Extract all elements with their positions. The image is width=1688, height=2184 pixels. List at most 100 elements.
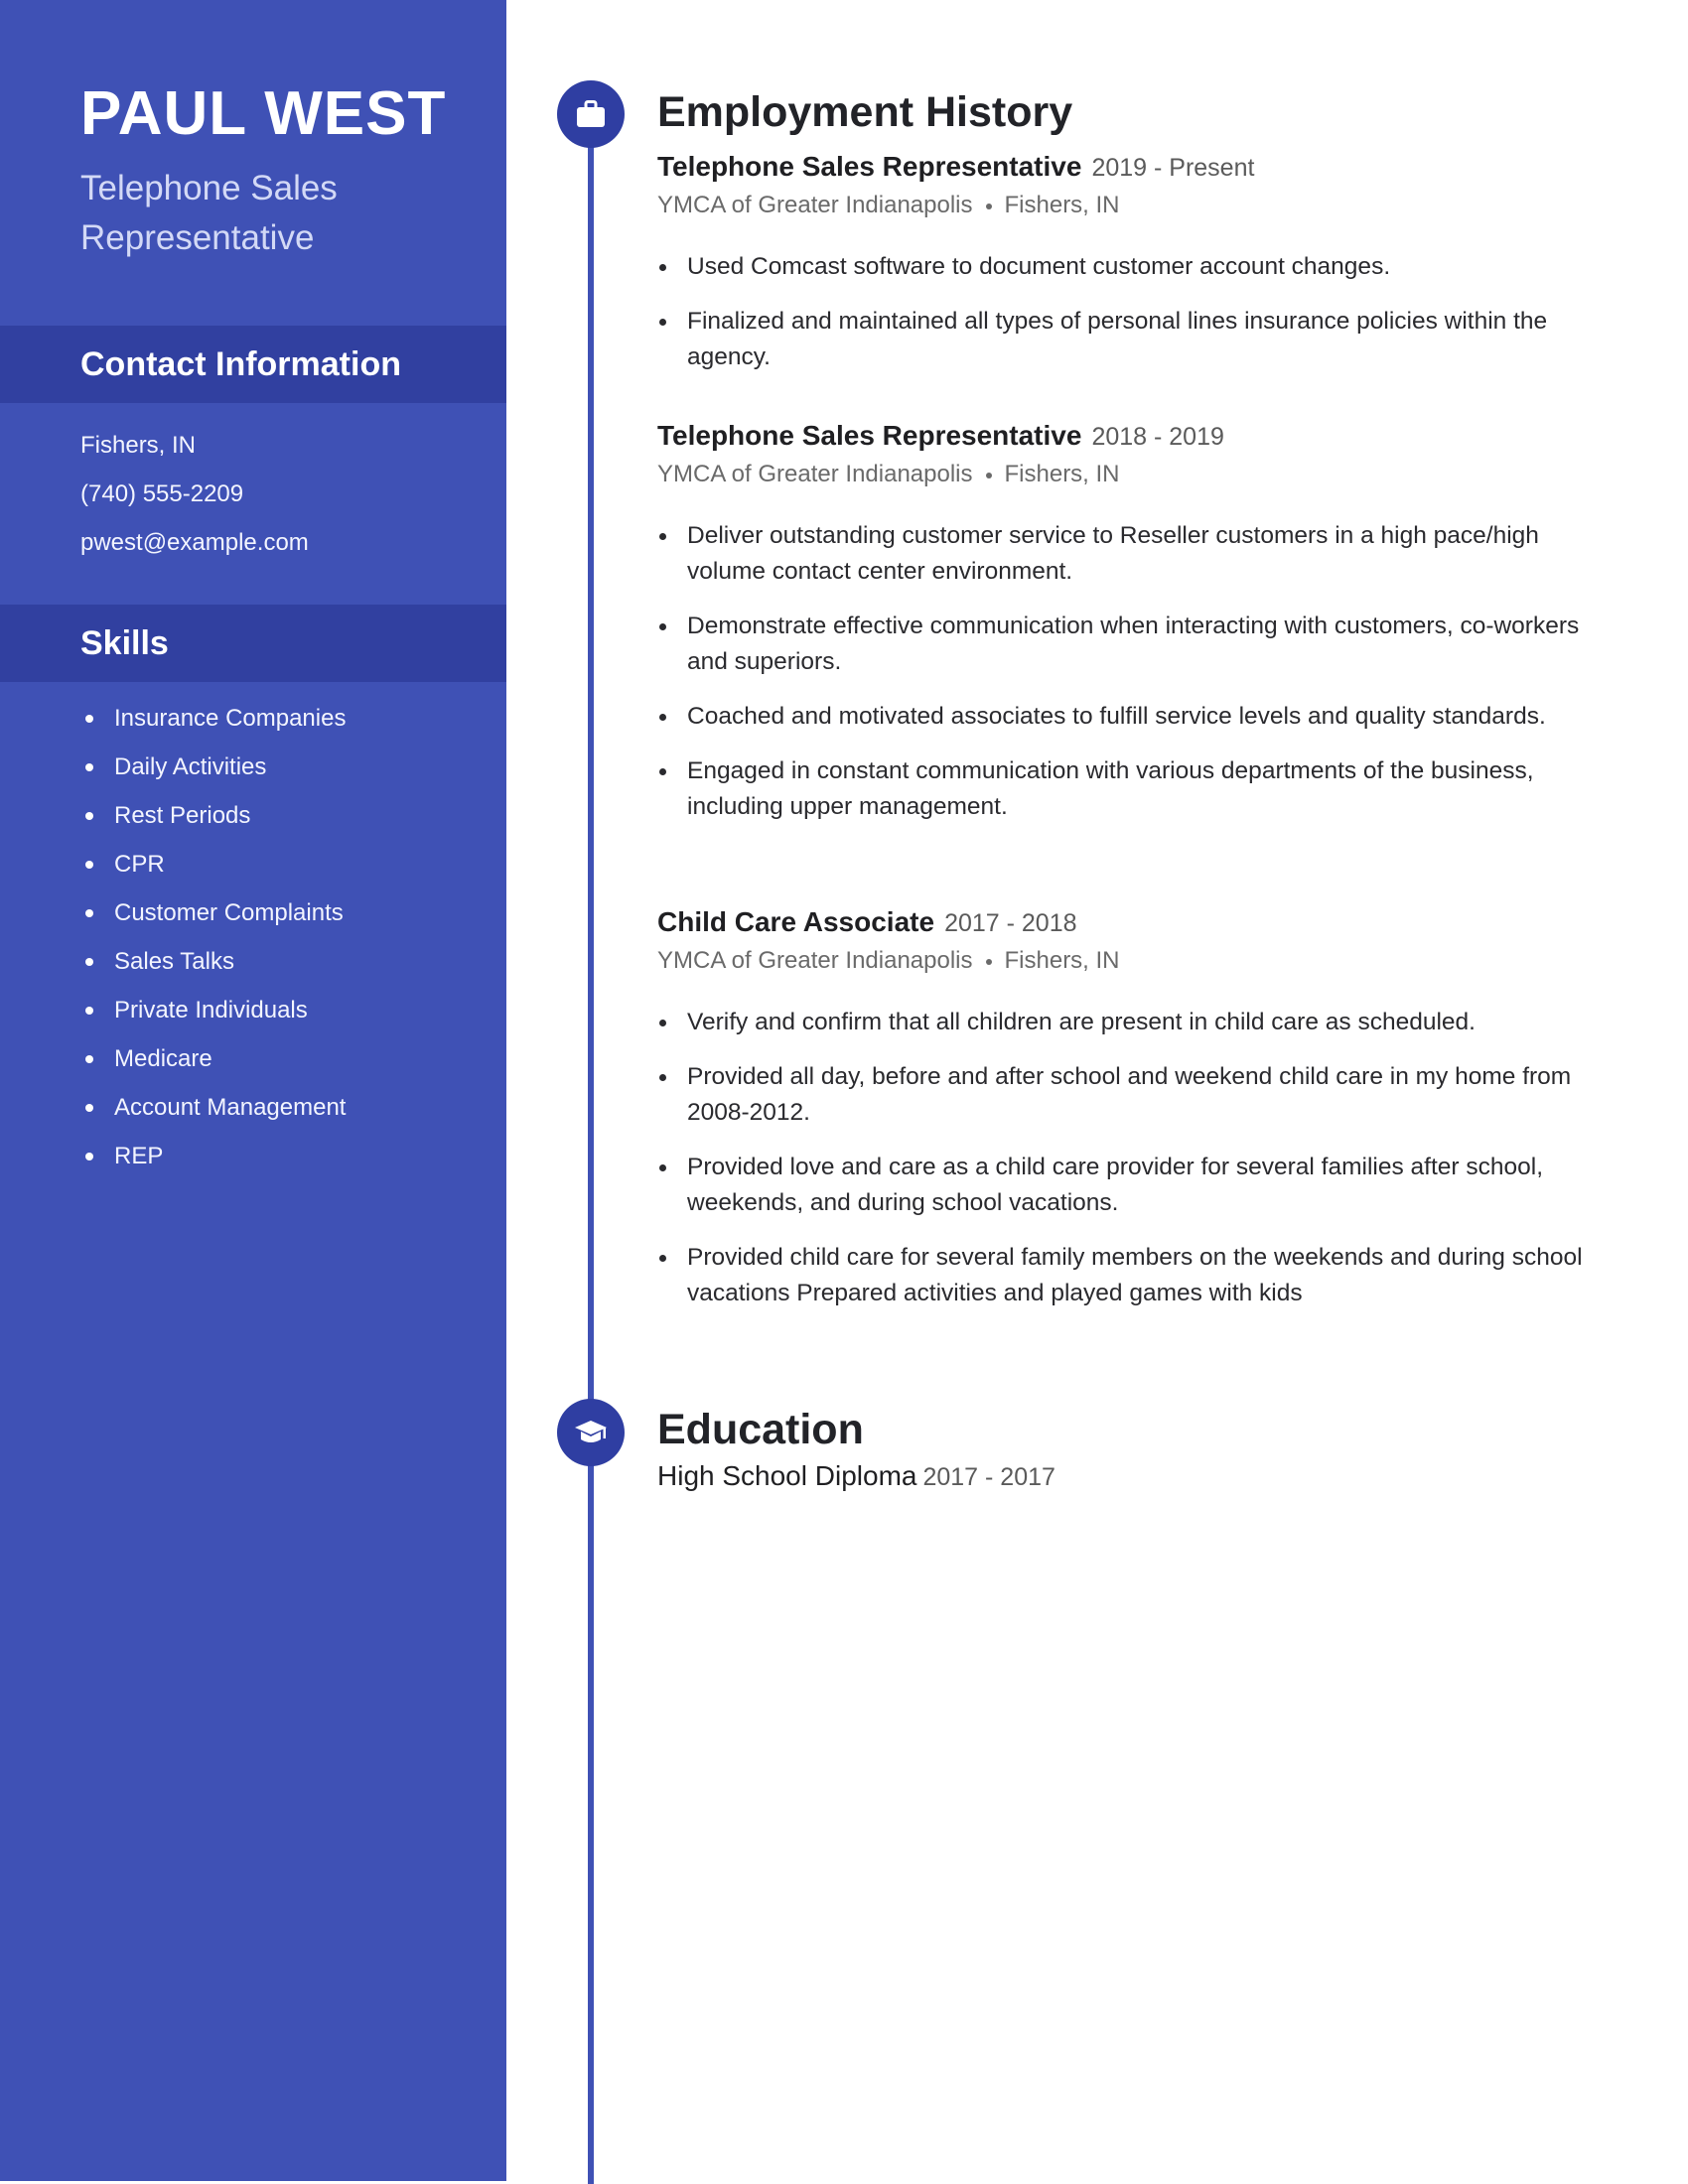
job-bullets: Verify and confirm that all children are… — [657, 1005, 1611, 1311]
skill-item: Private Individuals — [80, 986, 346, 1034]
job-company: YMCA of Greater Indianapolis — [657, 192, 973, 218]
job-entry: Telephone Sales Representative 2019 - Pre… — [657, 149, 1611, 394]
bullet-icon — [659, 1255, 666, 1262]
skill-item: CPR — [80, 840, 346, 888]
job-location: Fishers, IN — [1004, 192, 1120, 218]
job-role: Telephone Sales Representative — [657, 420, 1082, 451]
job-entry: Telephone Sales Representative 2018 - 201… — [657, 418, 1611, 844]
bullet-icon — [85, 1007, 93, 1015]
skill-label: CPR — [114, 851, 165, 878]
bullet-icon — [85, 812, 93, 820]
job-meta: YMCA of Greater Indianapolis Fishers, IN — [657, 943, 1611, 979]
job-header: Telephone Sales Representative 2019 - Pre… — [657, 149, 1611, 186]
bullet-icon — [85, 763, 93, 771]
job-bullet: Deliver outstanding customer service to … — [657, 518, 1611, 590]
contact-location: Fishers, IN — [80, 432, 197, 459]
skill-item: Insurance Companies — [80, 694, 346, 743]
job-header: Telephone Sales Representative 2018 - 201… — [657, 418, 1611, 455]
job-role: Telephone Sales Representative — [657, 151, 1082, 182]
skill-label: REP — [114, 1143, 164, 1169]
bullet-icon — [659, 533, 666, 540]
bullet-text: Engaged in constant communication with v… — [687, 757, 1534, 820]
bullet-text: Provided love and care as a child care p… — [687, 1154, 1543, 1216]
contact-email[interactable]: pwest@example.com — [80, 518, 309, 567]
job-entry: Child Care Associate 2017 - 2018 YMCA of … — [657, 904, 1611, 1330]
skill-label: Insurance Companies — [114, 705, 347, 732]
bullet-icon — [85, 715, 93, 723]
skill-item: Account Management — [80, 1083, 346, 1132]
bullet-icon — [659, 264, 666, 271]
bullet-icon — [659, 1164, 666, 1171]
candidate-title: Telephone Sales Representative — [80, 169, 338, 257]
bullet-icon — [85, 1153, 93, 1160]
bullet-icon — [659, 714, 666, 721]
contact-heading: Contact Information — [80, 345, 401, 383]
job-dates: 2017 - 2018 — [944, 909, 1077, 937]
sidebar: PAUL WEST Telephone Sales Representative… — [0, 0, 506, 2181]
job-bullet: Used Comcast software to document custom… — [657, 249, 1611, 285]
bullet-text: Provided child care for several family m… — [687, 1244, 1583, 1306]
job-bullet: Provided love and care as a child care p… — [657, 1150, 1611, 1221]
bullet-text: Used Comcast software to document custom… — [687, 253, 1391, 280]
job-bullet: Provided all day, before and after schoo… — [657, 1059, 1611, 1131]
skill-item: REP — [80, 1132, 346, 1180]
skills-header: Skills — [0, 605, 506, 682]
bullet-icon — [85, 1104, 93, 1112]
skill-item: Daily Activities — [80, 743, 346, 791]
bullet-icon — [659, 1020, 666, 1026]
skill-item: Sales Talks — [80, 937, 346, 986]
job-bullets: Used Comcast software to document custom… — [657, 249, 1611, 375]
bullet-text: Demonstrate effective communication when… — [687, 613, 1580, 675]
bullet-icon — [659, 623, 666, 630]
skills-list: Insurance Companies Daily Activities Res… — [80, 694, 346, 1180]
job-company: YMCA of Greater Indianapolis — [657, 461, 973, 487]
job-bullets: Deliver outstanding customer service to … — [657, 518, 1611, 825]
bullet-icon — [85, 909, 93, 917]
skill-label: Private Individuals — [114, 997, 308, 1024]
job-bullet: Provided child care for several family m… — [657, 1240, 1611, 1311]
separator-dot-icon — [985, 958, 992, 965]
separator-dot-icon — [985, 203, 992, 209]
job-location: Fishers, IN — [1004, 461, 1120, 487]
contact-header: Contact Information — [0, 326, 506, 403]
bullet-icon — [659, 768, 666, 775]
bullet-text: Provided all day, before and after schoo… — [687, 1063, 1572, 1126]
skills-heading: Skills — [80, 624, 169, 662]
contact-list: Fishers, IN (740) 555-2209 pwest@example… — [80, 421, 309, 567]
bullet-text: Deliver outstanding customer service to … — [687, 522, 1539, 585]
employment-node — [557, 80, 625, 148]
job-company: YMCA of Greater Indianapolis — [657, 947, 973, 974]
timeline-line — [588, 119, 594, 2184]
job-header: Child Care Associate 2017 - 2018 — [657, 904, 1611, 941]
job-bullet: Finalized and maintained all types of pe… — [657, 304, 1611, 375]
skill-label: Daily Activities — [114, 753, 267, 780]
job-meta: YMCA of Greater Indianapolis Fishers, IN — [657, 457, 1611, 492]
separator-dot-icon — [985, 472, 992, 478]
bullet-text: Coached and motivated associates to fulf… — [687, 703, 1546, 730]
bullet-icon — [85, 958, 93, 966]
job-bullet: Verify and confirm that all children are… — [657, 1005, 1611, 1040]
skill-item: Rest Periods — [80, 791, 346, 840]
bullet-icon — [85, 861, 93, 869]
job-meta: YMCA of Greater Indianapolis Fishers, IN — [657, 188, 1611, 223]
skill-label: Customer Complaints — [114, 899, 344, 926]
employment-heading: Employment History — [657, 88, 1073, 136]
job-location: Fishers, IN — [1004, 947, 1120, 974]
graduation-cap-icon — [575, 1421, 607, 1442]
job-dates: 2018 - 2019 — [1091, 423, 1224, 451]
contact-phone[interactable]: (740) 555-2209 — [80, 470, 309, 518]
skill-item: Medicare — [80, 1034, 346, 1083]
job-role: Child Care Associate — [657, 906, 935, 937]
education-dates: 2017 - 2017 — [922, 1463, 1055, 1491]
bullet-icon — [659, 1074, 666, 1081]
job-bullet: Coached and motivated associates to fulf… — [657, 699, 1611, 735]
education-entry: High School Diploma 2017 - 2017 — [657, 1458, 1055, 1495]
education-heading: Education — [657, 1406, 864, 1453]
candidate-name: PAUL WEST — [80, 79, 447, 148]
job-dates: 2019 - Present — [1091, 154, 1255, 182]
bullet-icon — [659, 319, 666, 326]
skill-label: Account Management — [114, 1094, 347, 1121]
bullet-text: Finalized and maintained all types of pe… — [687, 308, 1548, 370]
skill-label: Medicare — [114, 1045, 212, 1072]
skill-label: Rest Periods — [114, 802, 251, 829]
